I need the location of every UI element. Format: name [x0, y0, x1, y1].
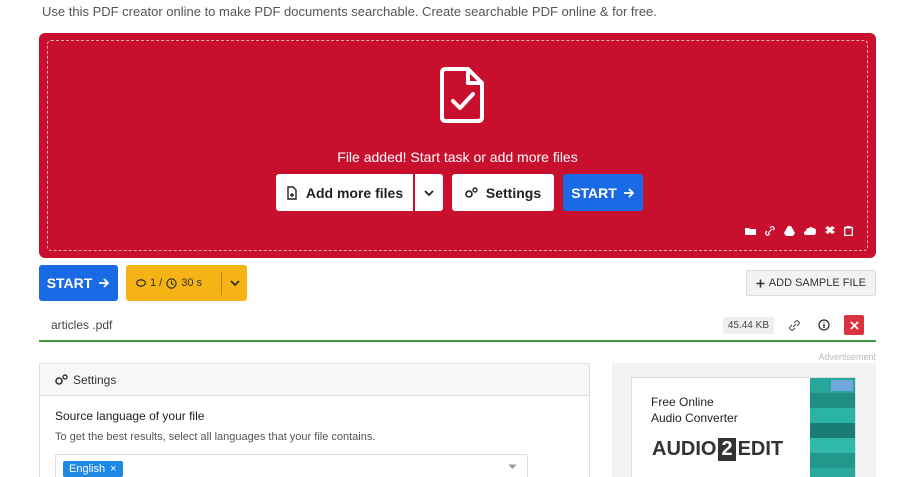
advertisement-label: Advertisement [818, 352, 876, 362]
ad-logo-post: EDIT [737, 438, 784, 460]
add-sample-file-button[interactable]: ADD SAMPLE FILE [745, 270, 876, 296]
settings-header: Settings [40, 364, 589, 396]
source-language-description: To get the best results, select all lang… [55, 431, 376, 443]
ad-headline-line2: Audio Converter [651, 411, 738, 425]
settings-panel: Settings Source language of your file To… [39, 363, 590, 477]
file-row: articles .pdf 45.44 KB [39, 310, 876, 342]
settings-button[interactable]: Settings [452, 174, 554, 211]
language-tag: English × [63, 461, 123, 477]
ad-headline-line1: Free Online [651, 395, 714, 409]
advertisement-box: Free Online Audio Converter AUDIO 2 EDIT [612, 363, 876, 477]
cloud-source-icons [745, 226, 853, 236]
intro-text: Use this PDF creator online to make PDF … [42, 4, 657, 19]
ad-stripes [810, 378, 855, 477]
start-label: START [46, 275, 93, 291]
start-label: START [571, 184, 617, 201]
dropbox-icon[interactable] [825, 226, 835, 236]
add-files-dropdown-button[interactable] [415, 174, 443, 211]
arrow-right-icon [623, 187, 635, 198]
start-button[interactable]: START [39, 265, 118, 301]
dropdown-caret-icon [508, 464, 517, 469]
ad-logo-num: 2 [718, 438, 736, 461]
language-tag-label: English [69, 463, 106, 475]
file-link-button[interactable] [784, 315, 804, 335]
settings-button-label: Settings [485, 184, 542, 201]
add-more-files-label: Add more files [305, 184, 404, 201]
credits-count: 1 / [150, 277, 163, 289]
credits-dropdown[interactable] [222, 279, 247, 287]
link-icon[interactable] [765, 226, 775, 236]
folder-icon[interactable] [745, 226, 756, 236]
language-select[interactable]: English × [55, 454, 528, 477]
delete-file-button[interactable] [844, 315, 864, 335]
close-icon [849, 320, 859, 330]
dropzone[interactable]: File added! Start task or add more files… [39, 33, 876, 258]
arrow-right-icon [99, 278, 110, 288]
file-info-button[interactable] [814, 315, 834, 335]
chevron-down-icon [229, 280, 240, 287]
plus-icon [756, 279, 765, 287]
file-check-icon [440, 67, 484, 123]
ad-logo-pre: AUDIO [652, 438, 717, 460]
source-language-title: Source language of your file [55, 409, 205, 423]
gears-icon [55, 373, 68, 385]
remove-language-icon[interactable]: × [110, 463, 116, 475]
credits-info: 1 / 30 s [126, 277, 221, 289]
file-name: articles .pdf [51, 318, 113, 332]
start-button-dropzone[interactable]: START [563, 174, 643, 211]
credits-time: 30 s [181, 277, 203, 289]
add-file-icon [287, 185, 297, 200]
file-added-message: File added! Start task or add more files [337, 149, 578, 165]
info-icon [818, 319, 830, 331]
ad-choices-icon[interactable] [831, 380, 853, 391]
settings-header-label: Settings [73, 372, 117, 387]
upload-button-group: Add more files Settings START [276, 174, 643, 211]
coins-icon [136, 279, 146, 287]
gears-icon [465, 186, 478, 198]
ad-logo: AUDIO 2 EDIT [652, 438, 783, 461]
chevron-down-icon [424, 189, 434, 196]
clock-icon [166, 277, 177, 289]
add-more-files-button[interactable]: Add more files [276, 174, 413, 211]
clipboard-icon[interactable] [844, 226, 853, 236]
action-row: START 1 / 30 s ADD SAMPLE FILE [39, 265, 876, 301]
google-drive-icon[interactable] [784, 226, 795, 236]
link-icon [788, 319, 800, 331]
credits-button[interactable]: 1 / 30 s [126, 265, 247, 301]
add-sample-file-label: ADD SAMPLE FILE [768, 277, 866, 289]
ad-banner[interactable]: Free Online Audio Converter AUDIO 2 EDIT [631, 377, 856, 477]
file-actions: 45.44 KB [722, 315, 864, 335]
dropzone-border: File added! Start task or add more files… [47, 40, 868, 251]
onedrive-icon[interactable] [804, 226, 816, 235]
file-size-badge: 45.44 KB [722, 316, 774, 334]
